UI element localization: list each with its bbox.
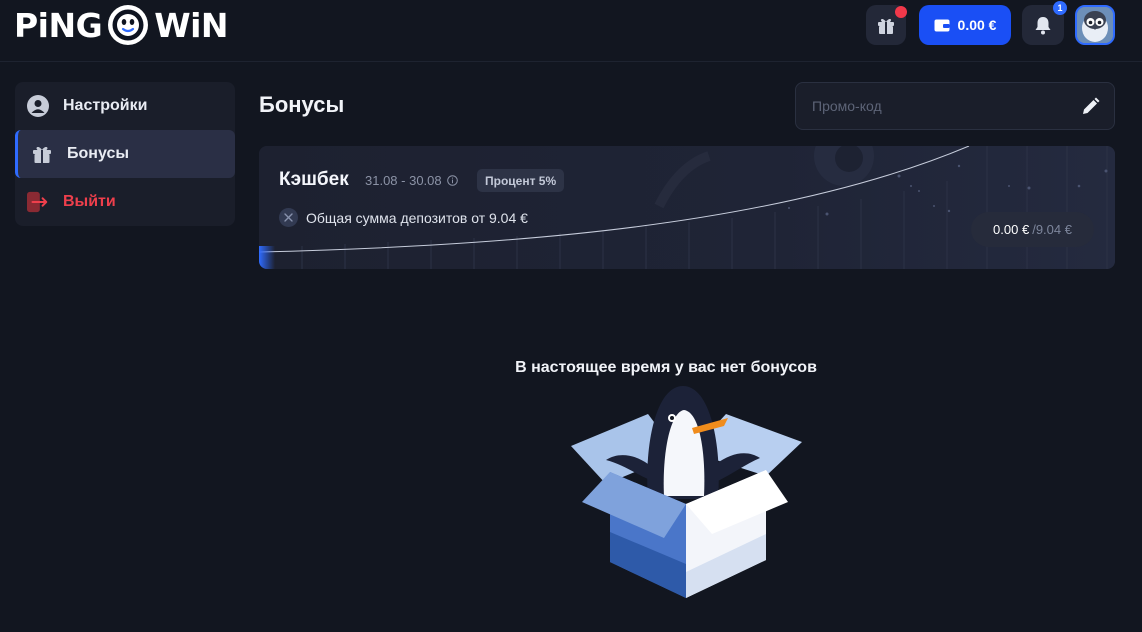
page-title: Бонусы bbox=[259, 92, 345, 117]
header: PiNG WiN 0.00 € 1 bbox=[0, 0, 1142, 62]
wallet-button[interactable]: 0.00 € bbox=[919, 5, 1011, 45]
user-icon bbox=[27, 95, 49, 117]
gift-button[interactable] bbox=[866, 5, 907, 45]
sidebar-item-bonuses[interactable]: Бонусы bbox=[15, 130, 235, 178]
notifications-count-badge: 1 bbox=[1053, 1, 1067, 15]
sidebar-item-settings[interactable]: Настройки bbox=[15, 82, 235, 130]
cashback-percent-badge: Процент 5% bbox=[477, 169, 565, 192]
sidebar-item-label: Выйти bbox=[63, 193, 116, 210]
cashback-dates: 31.08 - 30.08 bbox=[365, 173, 458, 188]
cashback-condition-text: Общая сумма депозитов от 9.04 € bbox=[306, 209, 528, 226]
bell-icon bbox=[1035, 17, 1051, 35]
logo[interactable]: PiNG WiN bbox=[14, 2, 229, 48]
cashback-condition: Общая сумма депозитов от 9.04 € bbox=[279, 208, 528, 227]
wallet-balance: 0.00 € bbox=[957, 17, 997, 33]
penguin-avatar-icon bbox=[1077, 7, 1113, 43]
cashback-title: Кэшбек bbox=[279, 169, 349, 190]
gift-notification-dot bbox=[895, 6, 907, 18]
gift-icon bbox=[878, 18, 894, 34]
sidebar-item-label: Бонусы bbox=[67, 145, 129, 162]
avatar[interactable] bbox=[1075, 5, 1115, 45]
close-icon bbox=[279, 208, 298, 227]
notifications-button[interactable]: 1 bbox=[1022, 1, 1067, 45]
sidebar-item-label: Настройки bbox=[63, 97, 148, 114]
sidebar: Настройки Бонусы Выйти bbox=[15, 82, 235, 226]
logo-text-left: PiNG bbox=[14, 5, 103, 45]
promo-code-field[interactable] bbox=[795, 82, 1115, 130]
cashback-date-range: 31.08 - 30.08 bbox=[365, 173, 442, 188]
penguin-box-illustration bbox=[571, 386, 802, 598]
logout-icon bbox=[27, 191, 49, 213]
wallet-icon bbox=[934, 19, 950, 32]
promo-code-input[interactable] bbox=[812, 98, 1052, 114]
progress-total: 9.04 € bbox=[1035, 222, 1072, 237]
gift-icon bbox=[31, 143, 53, 165]
progress-current: 0.00 € bbox=[993, 222, 1030, 237]
cashback-progress: 0.00 € / 9.04 € bbox=[971, 212, 1094, 247]
sidebar-item-logout[interactable]: Выйти bbox=[15, 178, 235, 226]
info-icon[interactable] bbox=[446, 175, 458, 186]
empty-state-text: В настоящее время у вас нет бонусов bbox=[515, 359, 817, 376]
cashback-card: Кэшбек 31.08 - 30.08 Процент 5% Общая су… bbox=[259, 146, 1115, 269]
empty-state-message: В настоящее время у вас нет бонусов bbox=[0, 359, 1142, 377]
penguin-logo-icon bbox=[108, 5, 149, 45]
pencil-icon[interactable] bbox=[1081, 97, 1100, 116]
logo-text-right: WiN bbox=[154, 5, 229, 45]
